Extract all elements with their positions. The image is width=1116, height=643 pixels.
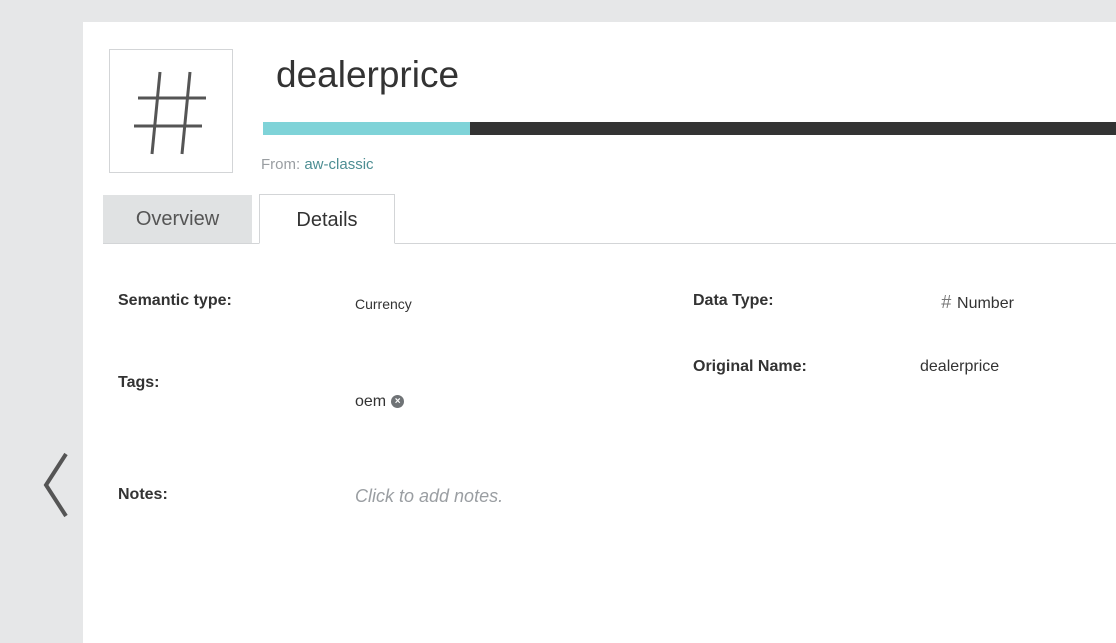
source-label: From:	[261, 156, 301, 173]
tag-label: oem	[355, 393, 387, 410]
tab-details[interactable]: Details	[259, 194, 395, 244]
tab-overview[interactable]: Overview	[103, 195, 252, 243]
field-type-icon-box	[109, 49, 233, 173]
data-type-value-wrap: # Number	[941, 292, 1014, 313]
tab-bar: Overview Details	[103, 194, 1116, 244]
completeness-bar-fill	[263, 122, 470, 135]
source-line: From: aw-classic	[261, 156, 374, 173]
completeness-bar	[263, 122, 1116, 135]
hash-icon: #	[941, 292, 952, 312]
semantic-type-label: Semantic type:	[118, 292, 232, 309]
hash-icon	[134, 71, 206, 155]
field-name-title: dealerprice	[276, 54, 460, 95]
tag-chip[interactable]: oem ×	[355, 393, 405, 411]
original-name-label: Original Name:	[693, 358, 807, 375]
data-type-value: Number	[957, 295, 1014, 312]
notes-label: Notes:	[118, 486, 168, 503]
data-type-label: Data Type:	[693, 292, 774, 309]
chevron-left-icon[interactable]	[40, 450, 74, 520]
notes-input[interactable]: Click to add notes.	[355, 486, 503, 507]
source-link[interactable]: aw-classic	[304, 156, 373, 173]
tags-label: Tags:	[118, 374, 160, 391]
field-detail-panel: dealerprice From: aw-classic Overview De…	[83, 22, 1116, 643]
remove-tag-icon[interactable]: ×	[391, 395, 405, 409]
semantic-type-value[interactable]: Currency	[355, 296, 412, 312]
original-name-value: dealerprice	[920, 358, 1000, 375]
tab-divider	[103, 243, 1116, 244]
